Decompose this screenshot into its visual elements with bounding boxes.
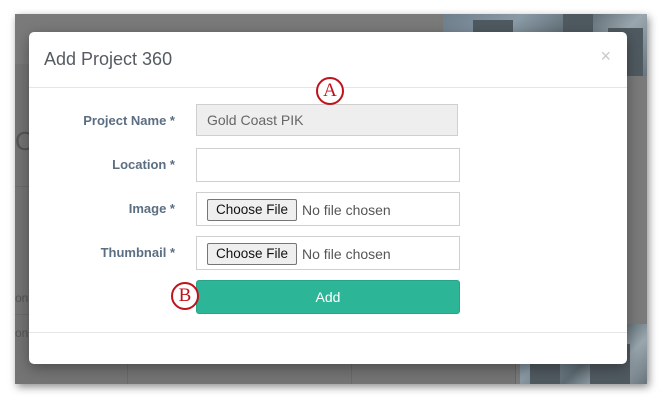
location-input[interactable] (196, 148, 460, 182)
form-row-image: Image * Choose File No file chosen (29, 192, 627, 226)
add-button[interactable]: Add (196, 280, 460, 314)
thumbnail-file-input: Choose File No file chosen (196, 236, 460, 270)
thumbnail-label: Thumbnail * (100, 245, 175, 260)
image-label: Image * (128, 201, 175, 216)
thumbnail-choose-file-button[interactable]: Choose File (207, 243, 297, 265)
project-name-input[interactable]: Gold Coast PIK (196, 104, 458, 136)
close-icon[interactable]: × (600, 46, 611, 67)
image-file-status: No file chosen (302, 202, 391, 218)
image-choose-file-button[interactable]: Choose File (207, 199, 297, 221)
image-file-input: Choose File No file chosen (196, 192, 460, 226)
thumbnail-file-status: No file chosen (302, 246, 391, 262)
form-row-project-name: Project Name * Gold Coast PIK (29, 104, 627, 138)
modal-title: Add Project 360 (44, 49, 173, 69)
callout-marker-a: A (316, 77, 344, 105)
background-text: on (15, 291, 29, 305)
location-label: Location * (112, 157, 175, 172)
form-row-thumbnail: Thumbnail * Choose File No file chosen (29, 236, 627, 270)
project-name-label: Project Name * (83, 113, 175, 128)
modal-footer-divider (29, 332, 627, 333)
form-row-location: Location * (29, 148, 627, 182)
form-row-submit: Add (29, 280, 627, 314)
callout-marker-b: B (171, 282, 199, 310)
screenshot-frame: O on on Add Project 360 × Project Name *… (15, 14, 647, 384)
background-text: on (15, 326, 29, 340)
